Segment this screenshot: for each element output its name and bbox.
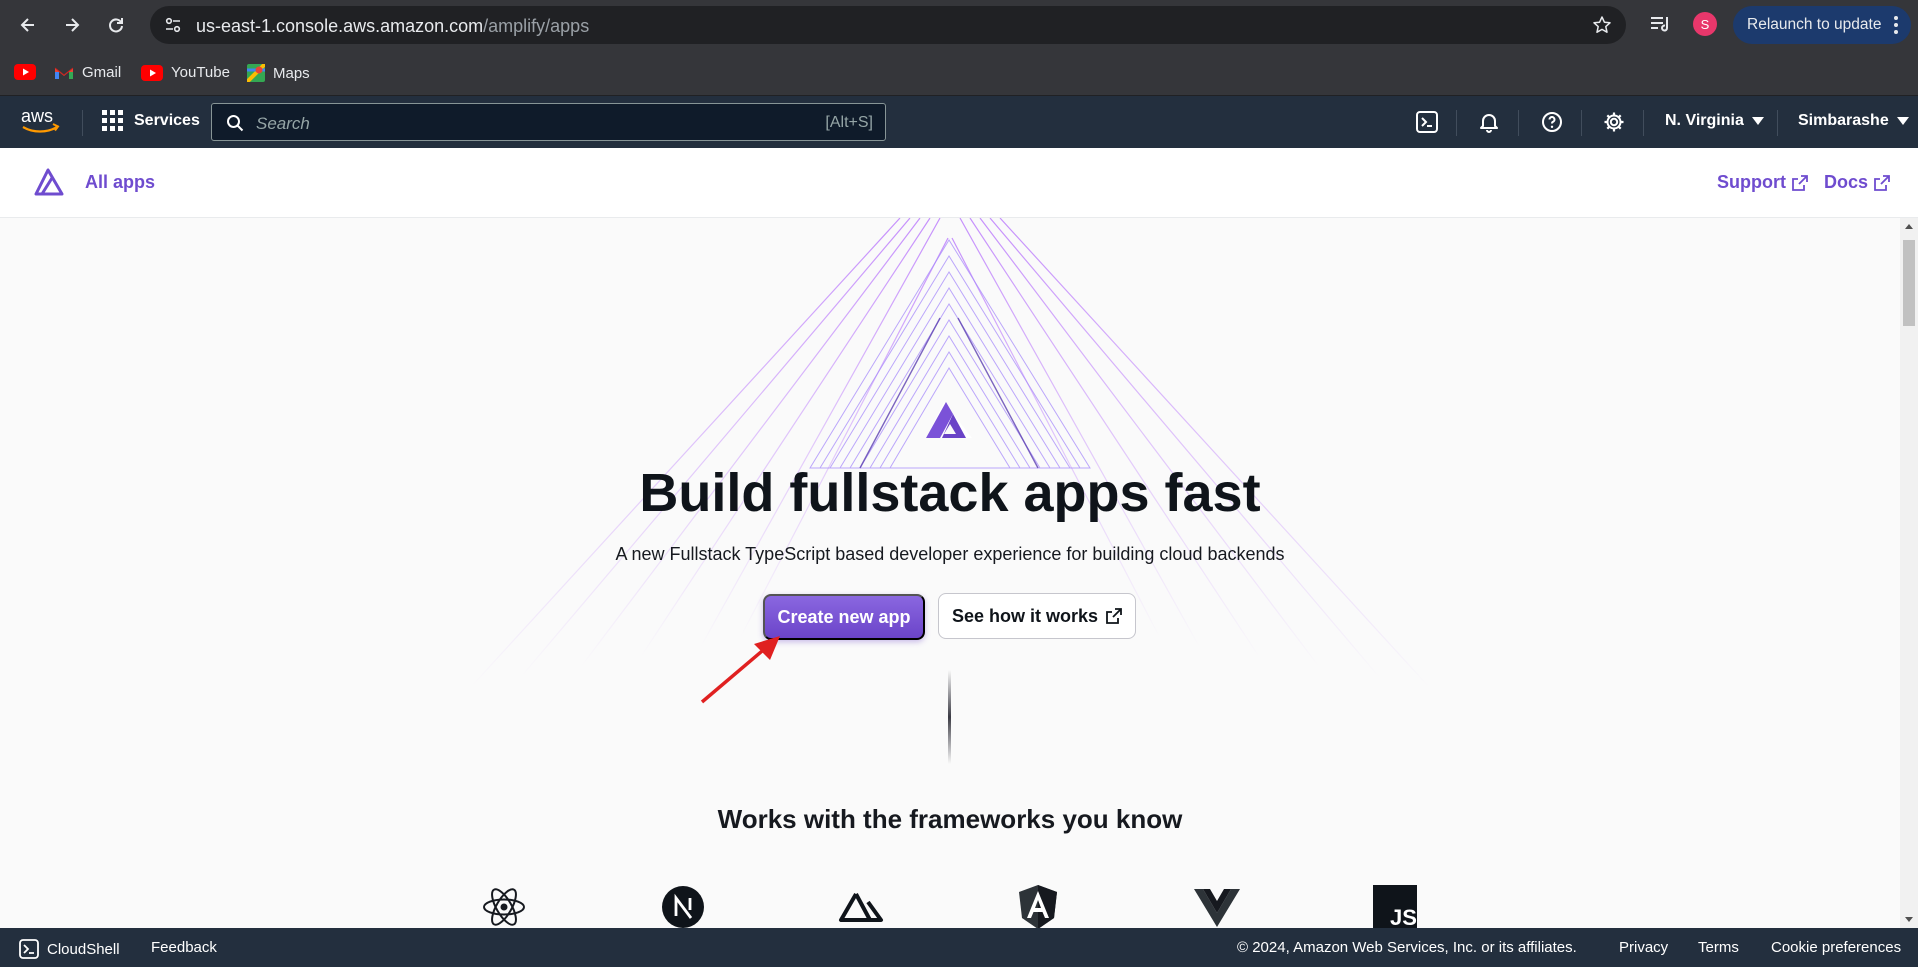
address-url: us-east-1.console.aws.amazon.com/amplify…	[196, 16, 589, 37]
terms-label: Terms	[1698, 939, 1739, 956]
annotation-arrow-icon	[696, 632, 786, 713]
region-selector[interactable]: N. Virginia	[1665, 112, 1764, 130]
site-info-icon[interactable]	[164, 16, 182, 34]
copyright-label: © 2024, Amazon Web Services, Inc. or its…	[1237, 939, 1577, 956]
bookmark-youtube[interactable]: YouTube	[141, 64, 230, 81]
svg-text:JS: JS	[1390, 905, 1417, 928]
all-apps-link[interactable]: All apps	[85, 172, 155, 193]
browser-toolbar: us-east-1.console.aws.amazon.com/amplify…	[0, 0, 1918, 50]
feedback-label: Feedback	[151, 939, 217, 956]
vertical-divider	[948, 670, 951, 764]
notifications-bell-icon[interactable]	[1477, 110, 1501, 134]
help-icon[interactable]	[1540, 110, 1564, 134]
search-shortcut: [Alt+S]	[825, 114, 873, 131]
bookmark-label: Gmail	[82, 64, 122, 81]
amplify-header: All apps Support Docs	[0, 148, 1918, 218]
cloudshell-label: CloudShell	[47, 940, 120, 958]
nuxt-icon	[838, 884, 884, 928]
aws-logo[interactable]: aws	[20, 106, 62, 141]
feedback-link[interactable]: Feedback	[151, 939, 217, 956]
console-footer: CloudShell Feedback © 2024, Amazon Web S…	[0, 928, 1918, 967]
react-icon	[481, 884, 527, 928]
account-label: Simbarashe	[1798, 112, 1889, 129]
docs-link[interactable]: Docs	[1824, 172, 1890, 193]
angular-icon	[1015, 884, 1061, 928]
external-link-icon	[1106, 608, 1122, 624]
region-label: N. Virginia	[1665, 112, 1744, 129]
bookmarks-bar: Gmail YouTube Maps	[0, 50, 1918, 96]
header-divider	[1581, 110, 1582, 136]
reload-icon[interactable]	[102, 11, 130, 39]
cloudshell-button[interactable]: CloudShell	[19, 939, 120, 959]
header-divider	[1456, 110, 1457, 136]
bookmark-star-icon[interactable]	[1592, 15, 1612, 40]
scroll-up-arrow-icon[interactable]	[1905, 224, 1913, 229]
docs-label: Docs	[1824, 172, 1869, 192]
aws-console-header: aws Services Search [Alt+S] N. Virginia	[0, 96, 1918, 148]
scroll-thumb[interactable]	[1903, 240, 1915, 326]
nextjs-icon	[660, 884, 706, 928]
relaunch-button[interactable]: Relaunch to update	[1733, 6, 1911, 44]
more-menu-icon[interactable]	[1893, 15, 1899, 40]
console-search-input[interactable]: Search [Alt+S]	[211, 103, 886, 141]
vertical-scrollbar[interactable]	[1900, 218, 1918, 928]
bookmark-label: YouTube	[171, 64, 230, 81]
cloudshell-icon	[19, 939, 39, 959]
privacy-link[interactable]: Privacy	[1619, 939, 1668, 956]
copyright-text: © 2024, Amazon Web Services, Inc. or its…	[1237, 939, 1577, 956]
bookmark-maps[interactable]: Maps	[247, 64, 310, 82]
caret-down-icon	[1896, 117, 1909, 125]
cloudshell-icon[interactable]	[1415, 110, 1439, 134]
account-menu[interactable]: Simbarashe	[1798, 112, 1909, 130]
aws-logo-text: aws	[21, 106, 53, 126]
external-link-icon	[1792, 174, 1808, 191]
maps-icon	[247, 64, 265, 82]
support-link[interactable]: Support	[1717, 172, 1808, 193]
terms-link[interactable]: Terms	[1698, 939, 1739, 956]
see-how-it-works-label: See how it works	[951, 605, 1099, 626]
search-icon	[226, 114, 244, 137]
main-content: Build fullstack apps fast A new Fullstac…	[0, 218, 1900, 928]
create-new-app-button[interactable]: Create new app	[763, 594, 925, 640]
vue-icon	[1194, 884, 1240, 928]
cookie-preferences-link[interactable]: Cookie preferences	[1771, 939, 1901, 956]
tab-search-icon[interactable]	[1648, 12, 1672, 41]
settings-gear-icon[interactable]	[1602, 110, 1626, 134]
external-link-icon	[1874, 174, 1890, 191]
bookmark-youtube-icon-only[interactable]	[14, 64, 36, 80]
amplify-logo-icon[interactable]	[34, 168, 64, 201]
header-divider	[82, 110, 83, 136]
profile-avatar[interactable]: S	[1693, 12, 1717, 36]
youtube-icon	[141, 64, 163, 81]
privacy-label: Privacy	[1619, 939, 1669, 956]
gmail-icon	[54, 67, 74, 79]
services-label: Services	[134, 112, 200, 129]
cookie-preferences-label: Cookie preferences	[1771, 939, 1902, 956]
hero-title: Build fullstack apps fast	[639, 463, 1261, 523]
services-menu-button[interactable]: Services	[102, 110, 200, 132]
url-path: /amplify/apps	[483, 16, 590, 36]
grid-icon	[102, 110, 123, 131]
javascript-icon: JS	[1372, 884, 1418, 928]
header-divider	[1643, 110, 1644, 136]
hero-subtitle: A new Fullstack TypeScript based develop…	[615, 544, 1285, 564]
caret-down-icon	[1751, 117, 1764, 125]
support-label: Support	[1717, 172, 1786, 192]
relaunch-label: Relaunch to update	[1747, 16, 1882, 33]
back-icon[interactable]	[14, 11, 42, 39]
bookmark-gmail[interactable]: Gmail	[54, 64, 121, 81]
search-placeholder: Search	[256, 114, 310, 133]
header-divider	[1518, 110, 1519, 136]
bookmark-label: Maps	[273, 64, 310, 82]
frameworks-title: Works with the frameworks you know	[717, 804, 1183, 834]
url-host: us-east-1.console.aws.amazon.com	[196, 16, 484, 36]
youtube-icon	[14, 64, 36, 80]
forward-icon[interactable]	[58, 11, 86, 39]
amplify-hero-logo-icon	[922, 398, 976, 447]
see-how-it-works-button[interactable]: See how it works	[938, 593, 1136, 639]
address-bar[interactable]: us-east-1.console.aws.amazon.com/amplify…	[150, 6, 1626, 44]
scroll-down-arrow-icon[interactable]	[1905, 917, 1913, 922]
header-divider	[1777, 110, 1778, 136]
